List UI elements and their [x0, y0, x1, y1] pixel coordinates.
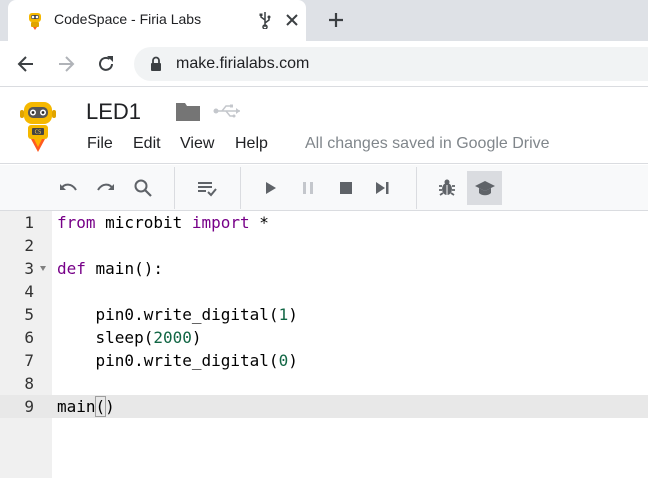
- line-number: 2: [24, 236, 34, 255]
- new-tab-icon[interactable]: [326, 10, 346, 30]
- tab-title: CodeSpace - Firia Labs: [54, 11, 202, 27]
- forward-arrow-icon[interactable]: [55, 53, 77, 75]
- code-text: main(): [57, 395, 115, 418]
- redo-icon: [97, 183, 114, 191]
- file-name[interactable]: LED1: [86, 99, 141, 125]
- learn-icon: [475, 181, 495, 196]
- code-line-active[interactable]: 9 main(): [0, 395, 648, 418]
- menu-view[interactable]: View: [180, 135, 214, 153]
- check-code-button[interactable]: [195, 176, 219, 200]
- code-line[interactable]: 6 sleep(2000): [0, 326, 648, 349]
- code-line[interactable]: 4: [0, 280, 648, 303]
- code-line[interactable]: 2: [0, 234, 648, 257]
- fold-arrow-icon[interactable]: [40, 266, 46, 271]
- code-text: pin0.write_digital(1): [57, 303, 298, 326]
- url-text: make.firialabs.com: [176, 55, 310, 72]
- matched-bracket: (: [94, 396, 107, 417]
- usb-device-icon: [259, 12, 271, 29]
- svg-text:CS: CS: [35, 130, 42, 136]
- toolbar-divider: [240, 167, 241, 209]
- step-icon: [376, 182, 389, 194]
- call-text: pin0.write_digital(: [57, 351, 279, 370]
- line-number: 3: [24, 259, 34, 278]
- folder-icon[interactable]: [175, 100, 201, 122]
- call-text: sleep(: [57, 328, 154, 347]
- punctuation: ): [288, 351, 298, 370]
- browser-tab[interactable]: CodeSpace - Firia Labs: [8, 0, 306, 41]
- code-line[interactable]: 7 pin0.write_digital(0): [0, 349, 648, 372]
- step-button[interactable]: [370, 176, 394, 200]
- check-list-icon: [198, 182, 217, 197]
- debug-icon: [439, 179, 455, 196]
- number-literal: 2000: [153, 328, 192, 347]
- code-text: def main():: [57, 257, 163, 280]
- save-status: All changes saved in Google Drive: [305, 135, 550, 152]
- call-text: pin0.write_digital(: [57, 305, 279, 324]
- close-tab-icon[interactable]: [283, 11, 301, 29]
- reload-icon[interactable]: [95, 53, 117, 75]
- back-arrow-icon[interactable]: [15, 53, 37, 75]
- toolbar-divider: [174, 167, 175, 209]
- line-number: 9: [24, 397, 34, 416]
- code-line[interactable]: 8: [0, 372, 648, 395]
- toolbar-divider: [416, 167, 417, 209]
- usb-icon[interactable]: [212, 102, 244, 120]
- debug-button[interactable]: [435, 176, 459, 200]
- firia-robot-logo-icon: CS: [20, 102, 56, 152]
- punctuation: ): [191, 328, 202, 347]
- run-icon: [266, 182, 276, 194]
- browser-tab-strip: CodeSpace - Firia Labs: [0, 0, 648, 41]
- code-text: pin0.write_digital(0): [57, 349, 298, 372]
- menu-file[interactable]: File: [87, 135, 113, 153]
- pause-button[interactable]: [296, 176, 320, 200]
- lock-icon: [151, 56, 161, 71]
- line-number: 4: [24, 282, 34, 301]
- stop-icon: [340, 182, 352, 194]
- run-button[interactable]: [258, 176, 282, 200]
- wildcard: *: [249, 213, 269, 232]
- number-literal: 0: [278, 351, 289, 370]
- code-text: sleep(2000): [57, 326, 202, 349]
- redo-button[interactable]: [94, 176, 118, 200]
- punctuation: ): [105, 397, 115, 416]
- module-name: microbit: [95, 213, 192, 232]
- undo-icon: [60, 183, 77, 191]
- address-bar[interactable]: make.firialabs.com: [134, 47, 648, 81]
- search-button[interactable]: [131, 176, 155, 200]
- line-number: 5: [24, 305, 34, 324]
- line-number: 6: [24, 328, 34, 347]
- keyword: def: [57, 259, 86, 278]
- keyword: from: [57, 213, 96, 232]
- editor-toolbar: [0, 165, 648, 211]
- pause-icon: [303, 182, 313, 194]
- browser-navigation-bar: make.firialabs.com: [0, 41, 648, 87]
- menu-help[interactable]: Help: [235, 135, 268, 153]
- code-editor[interactable]: 1 from microbit import * 2 3 def main():…: [0, 211, 648, 478]
- undo-button[interactable]: [56, 176, 80, 200]
- code-line[interactable]: 5 pin0.write_digital(1): [0, 303, 648, 326]
- app-header: CS LED1 File Edit View Help All changes …: [0, 88, 648, 164]
- learn-button[interactable]: [473, 176, 497, 200]
- line-number: 7: [24, 351, 34, 370]
- function-name: main: [85, 259, 135, 278]
- stop-button[interactable]: [334, 176, 358, 200]
- call-text: main: [57, 397, 96, 416]
- search-icon: [134, 179, 152, 197]
- code-line[interactable]: 3 def main():: [0, 257, 648, 280]
- firia-favicon-icon: [29, 13, 41, 30]
- line-number: 8: [24, 374, 34, 393]
- line-number: 1: [24, 213, 34, 232]
- menu-edit[interactable]: Edit: [133, 135, 161, 153]
- code-text: from microbit import *: [57, 211, 269, 234]
- punctuation: ():: [134, 259, 163, 278]
- punctuation: ): [288, 305, 298, 324]
- number-literal: 1: [278, 305, 289, 324]
- code-line[interactable]: 1 from microbit import *: [0, 211, 648, 234]
- keyword: import: [191, 213, 250, 232]
